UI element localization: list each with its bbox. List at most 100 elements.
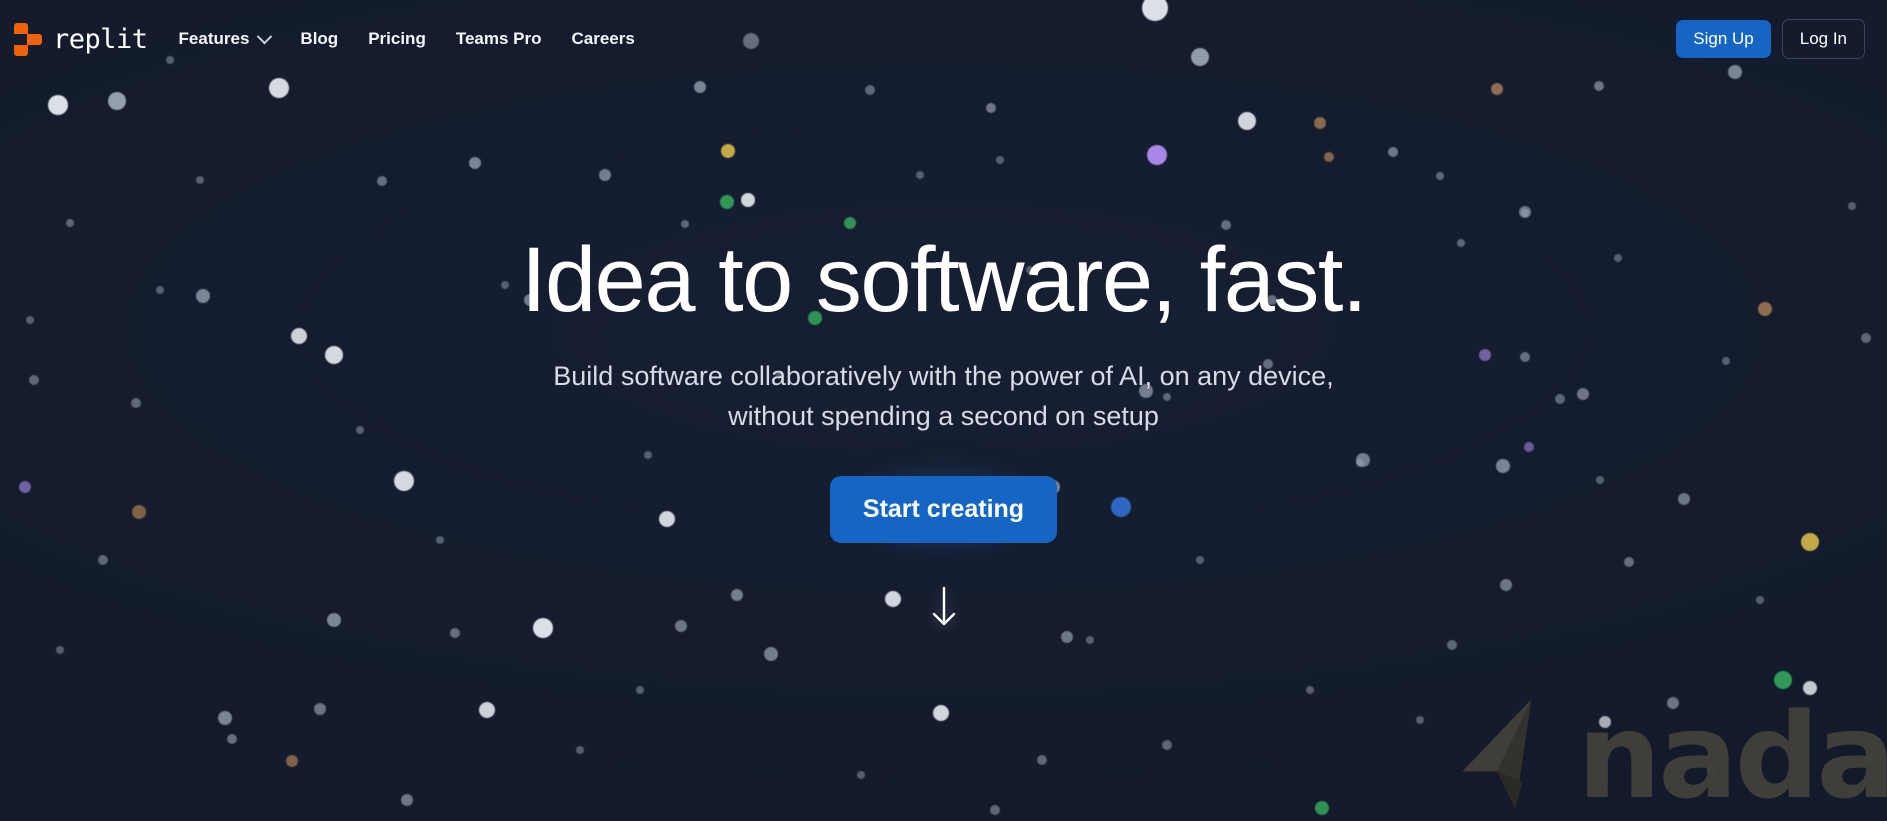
particle-dot [1447, 640, 1457, 650]
particle-dot [576, 746, 584, 754]
particle-dot [1520, 352, 1530, 362]
particle-dot [450, 628, 460, 638]
particle-dot [19, 481, 31, 493]
particle-dot [29, 375, 39, 385]
particle-dot [1162, 740, 1172, 750]
particle-dot [885, 591, 901, 607]
particle-dot [721, 144, 735, 158]
particle-dot [1614, 254, 1622, 262]
start-creating-button[interactable]: Start creating [829, 475, 1058, 543]
particle-dot [996, 156, 1004, 164]
particle-dot [1555, 394, 1565, 404]
particle-dot [1848, 202, 1856, 210]
particle-dot [269, 78, 289, 98]
nav-actions: Sign Up Log In [1676, 18, 1865, 60]
particle-dot [1774, 671, 1792, 689]
particle-dot [1037, 755, 1047, 765]
particle-dot [1596, 476, 1604, 484]
nav-item-label: Teams Pro [455, 29, 542, 48]
replit-logo-icon [14, 22, 44, 56]
particle-dot [1722, 357, 1730, 365]
particle-dot [314, 703, 326, 715]
particle-dot [501, 281, 509, 289]
particle-dot [533, 618, 553, 638]
particle-dot [325, 346, 343, 364]
top-navbar: replit Features Blog Pricing Teams Pro C… [0, 0, 1887, 78]
particle-dot [56, 646, 64, 654]
particle-dot [1801, 533, 1819, 551]
particle-dot [131, 398, 141, 408]
particle-dot [1496, 459, 1510, 473]
particle-dot [1416, 716, 1424, 724]
particle-dot [196, 176, 204, 184]
arrow-down-icon[interactable] [927, 585, 961, 629]
particle-dot [1491, 83, 1503, 95]
particle-dot [1707, 765, 1717, 775]
particle-dot [1678, 493, 1690, 505]
particle-dot [857, 771, 865, 779]
page-root: replit Features Blog Pricing Teams Pro C… [0, 0, 1887, 821]
cta-wrapper: Start creating [813, 449, 1074, 569]
log-in-button[interactable]: Log In [1781, 18, 1865, 60]
nav-links: Features Blog Pricing Teams Pro Careers [164, 21, 650, 57]
nav-item-blog[interactable]: Blog [285, 21, 353, 57]
particle-dot [731, 589, 743, 601]
nav-item-features[interactable]: Features [164, 21, 286, 57]
particle-dot [916, 171, 924, 179]
particle-dot [377, 176, 387, 186]
particle-dot [659, 511, 675, 527]
particle-dot [394, 471, 414, 491]
particle-dot [1086, 636, 1094, 644]
particle-dot [681, 220, 689, 228]
nav-item-careers[interactable]: Careers [557, 21, 650, 57]
particle-dot [1865, 755, 1875, 765]
nav-item-pricing[interactable]: Pricing [353, 21, 441, 57]
particle-dot [844, 217, 856, 229]
particle-dot [1324, 152, 1334, 162]
hero-subheadline: Build software collaboratively with the … [553, 360, 1334, 431]
particle-dot [156, 286, 164, 294]
nav-item-label: Blog [300, 29, 339, 48]
sign-up-button[interactable]: Sign Up [1676, 19, 1771, 59]
particle-dot [1196, 556, 1204, 564]
particle-dot [1803, 681, 1817, 695]
brand-wordmark: replit [53, 23, 148, 55]
particle-dot [986, 103, 996, 113]
nav-item-teams-pro[interactable]: Teams Pro [441, 21, 557, 57]
particle-dot [933, 705, 949, 721]
particle-dot [1599, 716, 1611, 728]
particle-dot [286, 755, 298, 767]
nav-item-label: Features [178, 29, 250, 48]
particle-dot [1519, 206, 1531, 218]
paper-plane-icon [1462, 699, 1532, 809]
particle-dot [218, 711, 232, 725]
watermark: nada [1453, 697, 1887, 817]
particle-dot [741, 193, 755, 207]
brand-logo-link[interactable]: replit [14, 22, 148, 56]
particle-dot [1577, 388, 1589, 400]
particle-dot [694, 81, 706, 93]
particle-dot [1521, 209, 1529, 217]
particle-dot [469, 157, 481, 169]
particle-dot [48, 95, 68, 115]
particle-dot [1500, 579, 1512, 591]
particle-dot [98, 555, 108, 565]
particle-dot [66, 219, 74, 227]
particle-dot [196, 289, 210, 303]
particle-dot [1479, 349, 1491, 361]
particle-dot [1061, 631, 1073, 643]
particle-dot [1861, 333, 1871, 343]
particle-dot [436, 536, 444, 544]
particle-dot [1315, 801, 1329, 815]
particle-dot [865, 85, 875, 95]
particle-dot [479, 702, 495, 718]
nav-item-label: Pricing [368, 29, 426, 48]
particle-dot [599, 169, 611, 181]
particle-dot [1756, 596, 1764, 604]
particle-dot [1111, 497, 1131, 517]
particle-dot [1457, 239, 1465, 247]
particle-dot [1624, 557, 1634, 567]
particle-dot [1356, 459, 1364, 467]
particle-dot [1524, 442, 1534, 452]
particle-dot [675, 620, 687, 632]
